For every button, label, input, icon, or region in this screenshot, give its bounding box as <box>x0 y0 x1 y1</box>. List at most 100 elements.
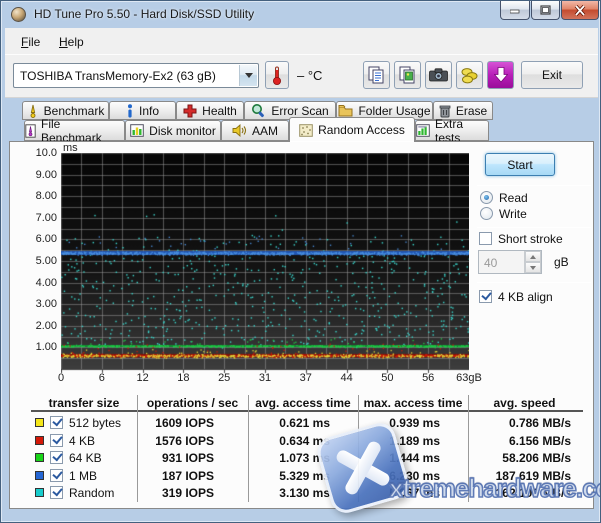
maximize-button[interactable] <box>531 1 560 20</box>
separator <box>477 227 591 228</box>
hdtune-app-icon <box>11 7 26 22</box>
table-row-random: Random 319 IOPS 3.130 ms 5.967 ms 162.106 MB… <box>31 484 583 502</box>
folder-usage-icon <box>338 104 353 117</box>
table-header-3: max. access time <box>363 396 463 410</box>
align-label: 4 KB align <box>498 290 553 304</box>
table-header-0: transfer size <box>48 396 120 410</box>
x-axis-tick-label: 50 <box>381 372 394 384</box>
temperature-button[interactable] <box>265 61 289 89</box>
x-axis-tick-label: 12 <box>136 372 149 384</box>
separator <box>477 185 591 186</box>
cell-ops: 319 IOPS <box>161 486 214 501</box>
menu-help[interactable]: Help <box>53 33 90 51</box>
close-button[interactable] <box>561 1 599 20</box>
tab-label: Erase <box>455 103 488 118</box>
start-button[interactable]: Start <box>485 153 555 176</box>
screenshot-button[interactable] <box>425 61 452 89</box>
extra-tests-icon <box>416 124 430 137</box>
copy-text-icon <box>368 66 384 84</box>
y-axis-tick-label: 3.00 <box>35 298 57 311</box>
read-radio[interactable] <box>480 191 493 204</box>
disk-monitor-icon <box>130 124 144 137</box>
x-axis-tick-label: 25 <box>218 372 231 384</box>
cell-avg: 1.073 ms <box>279 451 330 466</box>
copy-image-button[interactable] <box>394 61 421 89</box>
drive-select-dropdown[interactable]: TOSHIBA TransMemory-Ex2 (63 gB) <box>13 63 259 88</box>
table-row-512-bytes: 512 bytes 1609 IOPS 0.621 ms 0.939 ms 0.786 … <box>31 414 583 432</box>
cell-max: 0.939 ms <box>389 416 440 430</box>
download-arrow-icon <box>493 67 508 83</box>
tab-label: Benchmark <box>43 103 105 118</box>
spinner-buttons <box>524 251 541 273</box>
series-visibility-checkbox[interactable] <box>50 486 63 500</box>
close-icon <box>574 4 586 16</box>
y-axis-tick-label: 8.00 <box>35 190 57 203</box>
minimize-button[interactable] <box>500 1 530 20</box>
short-stroke-unit-label: gB <box>554 255 569 269</box>
y-axis-tick-label: 6.00 <box>35 233 57 246</box>
spin-down-icon <box>530 265 536 270</box>
table-row-4-kb: 4 KB 1576 IOPS 0.634 ms 1.189 ms 6.156 MB/s <box>31 432 583 450</box>
spin-up-button[interactable] <box>525 251 541 262</box>
cell-speed: 0.786 MB/s <box>508 416 571 430</box>
transfer-size-label: 512 bytes <box>69 416 122 430</box>
export-button[interactable] <box>456 61 483 89</box>
tab-label: Error Scan <box>271 103 329 118</box>
x-axis-tick-label: 44 <box>340 372 353 384</box>
x-axis-tick-label: 0 <box>57 372 65 384</box>
tab-disk-monitor[interactable]: Disk monitor <box>125 120 221 141</box>
y-axis-unit-label: ms <box>63 142 78 154</box>
separator <box>477 282 591 283</box>
cell-ops: 931 IOPS <box>161 451 214 466</box>
cell-avg: 5.329 ms <box>279 468 330 483</box>
exit-label: Exit <box>541 68 562 82</box>
tab-random-access[interactable]: Random Access <box>289 117 415 142</box>
short-stroke-size-input[interactable]: 40 <box>478 250 542 274</box>
dropdown-arrow <box>239 65 257 86</box>
y-axis-tick-label: 5.00 <box>35 255 57 267</box>
menu-file[interactable]: File <box>15 33 46 51</box>
series-color-swatch <box>35 453 44 463</box>
series-color-swatch <box>35 435 44 445</box>
tab-extra-tests[interactable]: Extra tests <box>415 117 489 145</box>
series-color-swatch <box>35 488 44 498</box>
tab-aam[interactable]: AAM <box>221 120 289 141</box>
benchmark-icon <box>27 104 39 118</box>
series-color-swatch <box>35 470 44 480</box>
copy-image-icon <box>399 66 415 84</box>
write-label: Write <box>499 207 527 221</box>
maximize-icon <box>540 5 551 15</box>
series-visibility-checkbox[interactable] <box>50 451 63 465</box>
spin-down-button[interactable] <box>525 262 541 273</box>
cell-avg: 3.130 ms <box>279 486 330 501</box>
cell-speed: 162.106 MB/s <box>495 486 571 501</box>
drive-select-value: TOSHIBA TransMemory-Ex2 (63 gB) <box>20 68 216 83</box>
update-button[interactable] <box>487 61 514 89</box>
info-icon <box>126 103 134 118</box>
transfer-size-label: 64 KB <box>69 451 102 466</box>
cell-ops: 1609 IOPS <box>155 416 214 430</box>
y-axis-tick-label: 1.00 <box>35 341 57 354</box>
series-visibility-checkbox[interactable] <box>50 468 63 482</box>
file-benchmark-icon <box>25 123 36 138</box>
copy-text-button[interactable] <box>363 61 390 89</box>
transfer-size-label: 4 KB <box>69 433 96 448</box>
tab-label: Random Access <box>318 123 405 137</box>
title-bar[interactable]: HD Tune Pro 5.50 - Hard Disk/SSD Utility <box>1 1 600 27</box>
y-axis-tick-label: 2.00 <box>35 319 57 332</box>
short-stroke-checkbox[interactable] <box>479 232 492 245</box>
series-visibility-checkbox[interactable] <box>50 433 63 447</box>
exit-button[interactable]: Exit <box>521 61 583 89</box>
tab-label: Disk monitor <box>149 123 216 138</box>
tab-health[interactable]: Health <box>176 101 244 120</box>
series-visibility-checkbox[interactable] <box>50 416 63 429</box>
align-checkbox[interactable] <box>479 290 492 303</box>
tab-file-benchmark[interactable]: File Benchmark <box>24 117 125 145</box>
error-scan-icon <box>251 103 266 118</box>
erase-icon <box>439 104 451 118</box>
write-radio[interactable] <box>480 207 493 220</box>
table-header-2: avg. access time <box>255 396 351 410</box>
random-access-icon <box>299 123 313 137</box>
coins-icon <box>461 67 477 83</box>
cell-ops: 187 IOPS <box>161 468 214 483</box>
